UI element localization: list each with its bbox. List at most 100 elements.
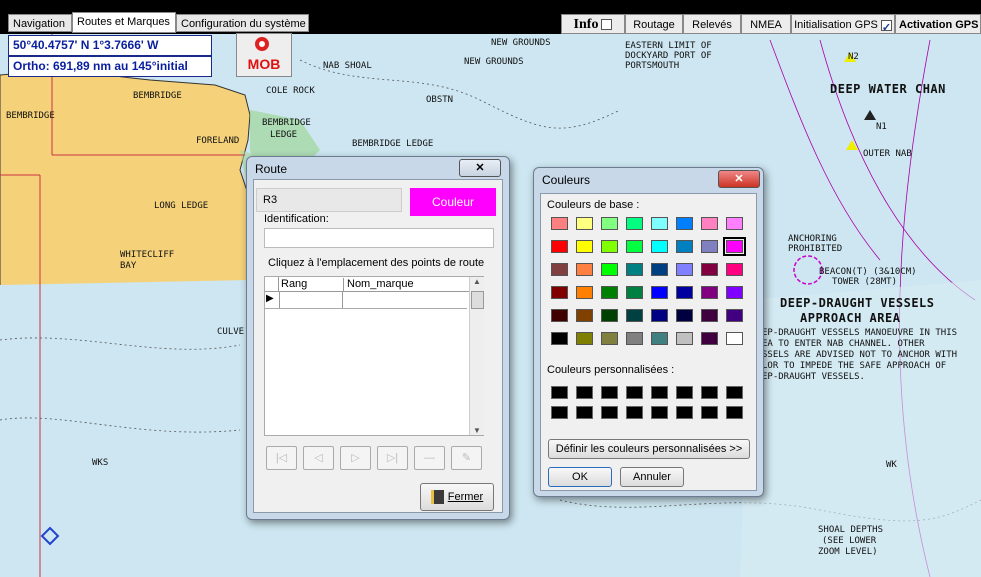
- tab-navigation[interactable]: Navigation: [8, 14, 72, 32]
- ok-button[interactable]: OK: [548, 467, 612, 487]
- color-swatch[interactable]: [601, 332, 618, 345]
- color-swatch[interactable]: [651, 309, 668, 322]
- color-swatch[interactable]: [651, 286, 668, 299]
- edit-point-icon[interactable]: ✎: [451, 446, 482, 470]
- color-swatch[interactable]: [726, 332, 743, 345]
- color-swatch[interactable]: [676, 263, 693, 276]
- color-swatch[interactable]: [551, 286, 568, 299]
- custom-color-swatch[interactable]: [651, 406, 668, 419]
- color-swatch[interactable]: [601, 263, 618, 276]
- color-swatch[interactable]: [551, 240, 568, 253]
- color-swatch[interactable]: [551, 309, 568, 322]
- activation-gps-button[interactable]: Activation GPS: [895, 14, 981, 34]
- color-swatch[interactable]: [626, 240, 643, 253]
- custom-color-swatch[interactable]: [576, 406, 593, 419]
- releves-button[interactable]: Relevés: [683, 14, 741, 34]
- row-pointer-icon: ▶: [266, 293, 274, 304]
- last-point-icon[interactable]: ▷|: [377, 446, 408, 470]
- identification-input[interactable]: [264, 228, 494, 248]
- color-swatch[interactable]: [726, 286, 743, 299]
- custom-color-swatch[interactable]: [726, 386, 743, 399]
- color-swatch[interactable]: [726, 309, 743, 322]
- init-gps-toggle[interactable]: Initialisation GPS: [791, 14, 895, 38]
- color-swatch[interactable]: [576, 217, 593, 230]
- color-swatch[interactable]: [676, 217, 693, 230]
- close-route-button[interactable]: Fermer: [420, 483, 494, 511]
- map-label: APPROACH AREA: [800, 311, 901, 325]
- color-swatch[interactable]: [576, 240, 593, 253]
- custom-color-swatch[interactable]: [676, 386, 693, 399]
- custom-color-swatch[interactable]: [551, 386, 568, 399]
- define-custom-colors-button[interactable]: Définir les couleurs personnalisées >>: [548, 439, 750, 459]
- color-swatch[interactable]: [701, 332, 718, 345]
- color-swatch[interactable]: [651, 263, 668, 276]
- color-swatch[interactable]: [676, 332, 693, 345]
- custom-color-swatch[interactable]: [676, 406, 693, 419]
- init-gps-checkbox[interactable]: [880, 18, 892, 38]
- cancel-button[interactable]: Annuler: [620, 467, 684, 487]
- tab-routes-marques[interactable]: Routes et Marques: [72, 12, 176, 33]
- color-swatch[interactable]: [723, 237, 746, 256]
- prev-point-icon[interactable]: ◁: [303, 446, 334, 470]
- color-swatch[interactable]: [626, 309, 643, 322]
- color-swatch[interactable]: [576, 286, 593, 299]
- column-header-nom-marque[interactable]: Nom_marque: [345, 278, 467, 291]
- mob-button[interactable]: MOB: [236, 33, 292, 77]
- color-swatch[interactable]: [626, 263, 643, 276]
- custom-color-swatch[interactable]: [701, 406, 718, 419]
- color-swatch[interactable]: [651, 217, 668, 230]
- map-label: BEACON(T) (3&10CM): [819, 267, 917, 277]
- color-swatch[interactable]: [701, 263, 718, 276]
- color-swatch[interactable]: [601, 309, 618, 322]
- waypoints-table[interactable]: Rang Nom_marque ▶ ▲ ▼: [264, 276, 484, 436]
- first-point-icon[interactable]: |◁: [266, 446, 297, 470]
- color-swatch[interactable]: [601, 240, 618, 253]
- color-swatch[interactable]: [601, 286, 618, 299]
- color-swatch[interactable]: [576, 309, 593, 322]
- routage-button[interactable]: Routage: [625, 14, 683, 34]
- delete-point-icon[interactable]: —: [414, 446, 445, 470]
- route-close-x-button[interactable]: ✕: [459, 159, 501, 177]
- color-swatch[interactable]: [626, 332, 643, 345]
- color-swatch[interactable]: [626, 286, 643, 299]
- color-swatch[interactable]: [651, 332, 668, 345]
- custom-color-swatch[interactable]: [701, 386, 718, 399]
- map-label: NEW GROUNDS: [491, 38, 551, 48]
- custom-color-swatch[interactable]: [651, 386, 668, 399]
- custom-color-swatch[interactable]: [576, 386, 593, 399]
- color-swatch[interactable]: [726, 263, 743, 276]
- color-swatch[interactable]: [701, 286, 718, 299]
- color-swatch[interactable]: [576, 263, 593, 276]
- color-swatch[interactable]: [651, 240, 668, 253]
- color-swatch[interactable]: [701, 217, 718, 230]
- column-header-rang[interactable]: Rang: [279, 278, 344, 291]
- color-button[interactable]: Couleur: [410, 188, 496, 216]
- custom-color-swatch[interactable]: [626, 386, 643, 399]
- nmea-button[interactable]: NMEA: [741, 14, 791, 34]
- tab-configuration[interactable]: Configuration du système: [176, 14, 309, 32]
- custom-color-swatch[interactable]: [626, 406, 643, 419]
- color-swatch[interactable]: [551, 217, 568, 230]
- color-swatch[interactable]: [576, 332, 593, 345]
- color-swatch[interactable]: [551, 332, 568, 345]
- color-swatch[interactable]: [676, 240, 693, 253]
- route-name-field[interactable]: R3: [256, 188, 402, 212]
- color-swatch[interactable]: [551, 263, 568, 276]
- info-toggle[interactable]: Info: [561, 14, 625, 34]
- custom-color-swatch[interactable]: [726, 406, 743, 419]
- next-point-icon[interactable]: ▷: [340, 446, 371, 470]
- custom-color-swatch[interactable]: [601, 406, 618, 419]
- color-swatch[interactable]: [701, 240, 718, 253]
- table-row[interactable]: ▶: [265, 292, 467, 309]
- color-swatch[interactable]: [676, 286, 693, 299]
- info-checkbox[interactable]: [601, 19, 613, 31]
- color-close-x-button[interactable]: ✕: [718, 170, 760, 188]
- color-swatch[interactable]: [726, 217, 743, 230]
- color-swatch[interactable]: [601, 217, 618, 230]
- color-swatch[interactable]: [626, 217, 643, 230]
- custom-color-swatch[interactable]: [601, 386, 618, 399]
- color-swatch[interactable]: [676, 309, 693, 322]
- custom-color-swatch[interactable]: [551, 406, 568, 419]
- table-scrollbar[interactable]: ▲ ▼: [469, 277, 484, 435]
- color-swatch[interactable]: [701, 309, 718, 322]
